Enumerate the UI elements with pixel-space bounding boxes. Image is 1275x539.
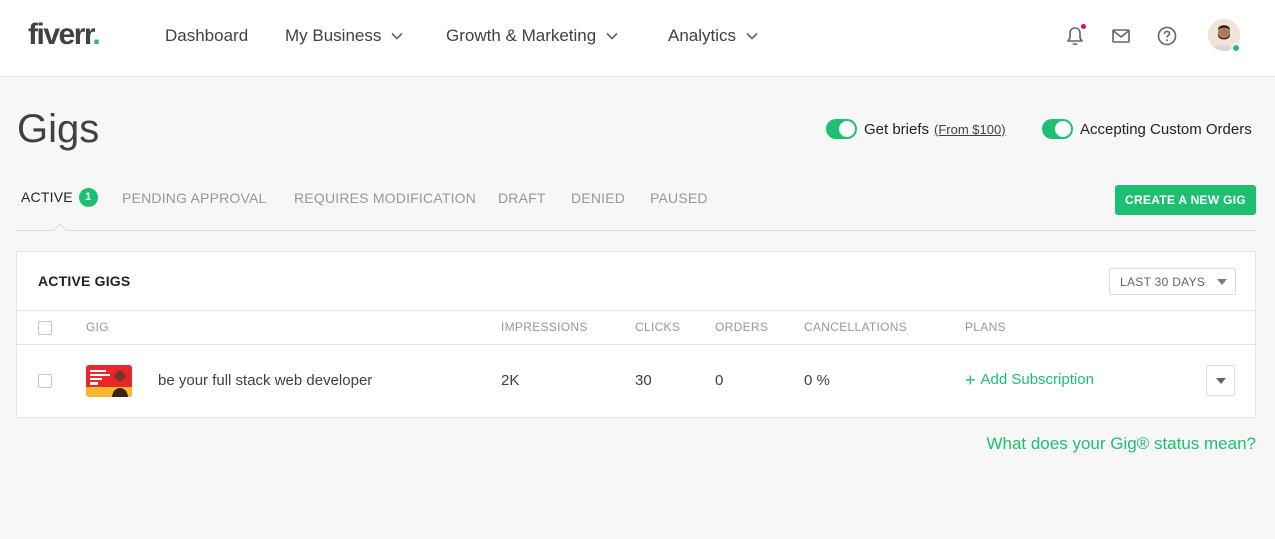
toggle-switch[interactable] [1042,119,1073,139]
gig-cancellations: 0 % [804,372,830,389]
gig-status-help-link[interactable]: What does your Gig® status mean? [986,434,1256,454]
active-count-badge: 1 [78,188,98,207]
select-all-checkbox[interactable] [38,321,52,335]
row-actions-dropdown[interactable] [1206,365,1235,396]
date-range-select[interactable]: LAST 30 DAYS [1109,268,1236,295]
get-briefs-price-link[interactable]: (From $100) [934,122,1006,137]
chevron-down-icon [746,32,758,40]
nav-dashboard[interactable]: Dashboard [165,25,248,47]
nav-label: Analytics [668,26,737,45]
toggle-switch[interactable] [826,119,857,139]
create-new-gig-button[interactable]: CREATE A NEW GIG [1115,185,1256,215]
notifications-bell-icon[interactable] [1063,24,1087,48]
gig-title[interactable]: be your full stack web developer [158,372,372,389]
top-navigation-bar: fiverr. Dashboard My Business Growth & M… [0,0,1275,77]
column-header-cancellations: CANCELLATIONS [804,320,908,334]
tab-active[interactable]: ACTIVE 1 [21,188,98,207]
gig-orders: 0 [715,372,724,389]
custom-orders-toggle[interactable]: Accepting Custom Orders [1042,118,1252,140]
tab-draft[interactable]: DRAFT [498,189,546,207]
divider [17,344,1255,345]
logo-text: fiverr [28,18,94,51]
chevron-down-icon [391,32,403,40]
logo-dot: . [92,18,100,51]
column-header-impressions: IMPRESSIONS [501,320,588,334]
tab-denied[interactable]: DENIED [571,189,625,207]
chevron-down-icon [606,32,618,40]
tab-pending-approval[interactable]: PENDING APPROVAL [122,189,267,207]
notification-dot [1081,24,1086,29]
nav-analytics[interactable]: Analytics [668,25,758,47]
tab-requires-modification[interactable]: REQUIRES MODIFICATION [294,189,476,207]
row-checkbox[interactable] [38,374,52,388]
gig-status-tabs: ACTIVE 1 PENDING APPROVAL REQUIRES MODIFI… [16,186,1256,231]
nav-label: Dashboard [165,26,249,45]
column-header-gig: GIG [86,320,109,334]
help-question-icon[interactable] [1155,24,1179,48]
online-status-indicator [1231,43,1241,53]
gig-clicks: 30 [635,372,652,389]
tab-label: ACTIVE [21,189,73,205]
add-subscription-link[interactable]: + Add Subscription [965,369,1094,390]
nav-label: My Business [285,26,382,45]
column-header-orders: ORDERS [715,320,769,334]
active-tab-indicator [52,222,68,231]
caret-down-icon [1217,279,1227,285]
plus-icon: + [965,369,976,390]
table-title: ACTIVE GIGS [38,273,131,289]
add-subscription-label: Add Subscription [980,371,1094,388]
column-header-clicks: CLICKS [635,320,681,334]
fiverr-logo[interactable]: fiverr. [28,18,101,52]
divider [17,310,1255,311]
toggle-label: Accepting Custom Orders [1080,120,1252,138]
nav-growth-marketing[interactable]: Growth & Marketing [446,25,618,47]
messages-envelope-icon[interactable] [1109,24,1133,48]
nav-label: Growth & Marketing [446,26,597,45]
gig-thumbnail[interactable] [86,365,132,397]
get-briefs-toggle[interactable]: Get briefs (From $100) [826,118,1006,140]
date-range-value: LAST 30 DAYS [1120,274,1206,289]
tab-paused[interactable]: PAUSED [650,189,708,207]
column-header-plans: PLANS [965,320,1006,334]
toggle-label: Get briefs [864,120,930,138]
gig-impressions: 2K [501,372,520,389]
page-title: Gigs [17,107,100,151]
nav-my-business[interactable]: My Business [285,25,403,47]
active-gigs-table: ACTIVE GIGS LAST 30 DAYS GIG IMPRESSIONS… [16,251,1256,418]
